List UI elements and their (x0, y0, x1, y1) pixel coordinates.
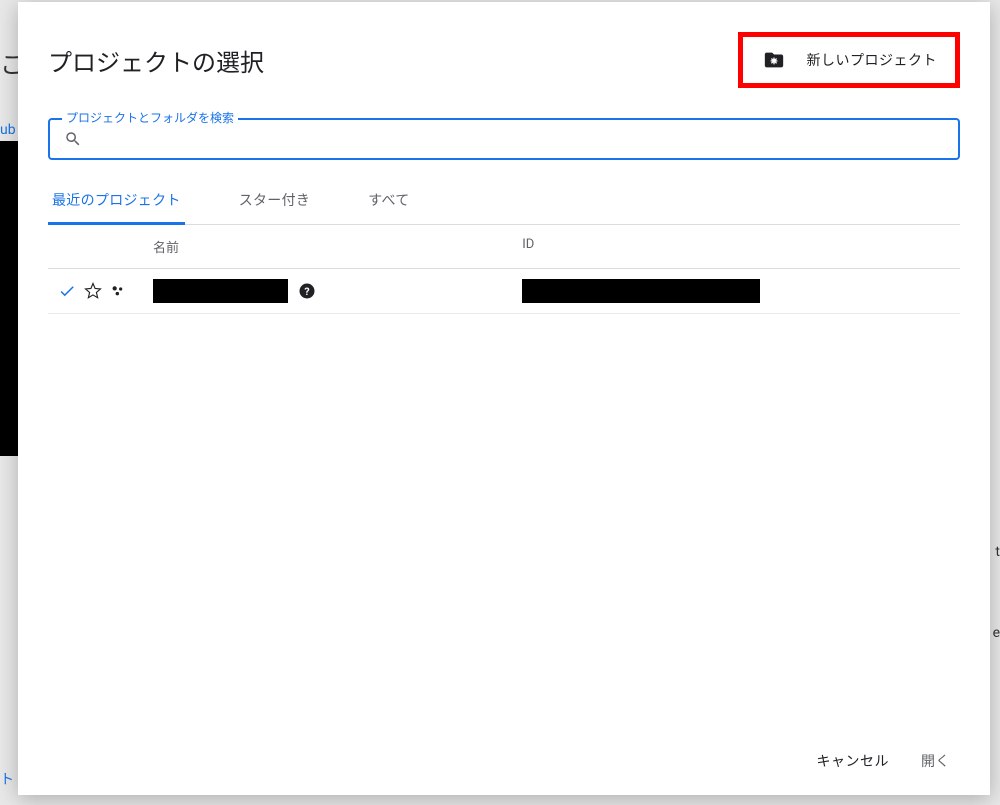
folder-gear-icon (761, 49, 787, 71)
column-header-id: ID (522, 237, 960, 256)
backdrop-text: ト (0, 769, 14, 789)
tab-all[interactable]: すべて (364, 180, 413, 224)
check-icon (58, 282, 76, 300)
open-button[interactable]: 開く (921, 751, 950, 771)
table-row[interactable]: ? (48, 269, 960, 314)
tab-starred[interactable]: スター付き (235, 180, 315, 224)
backdrop-redaction (0, 141, 18, 456)
backdrop-text: t (995, 544, 1000, 560)
help-icon[interactable]: ? (298, 282, 316, 300)
backdrop-text: e (993, 625, 1000, 641)
column-header-name: 名前 (48, 237, 522, 256)
new-project-label: 新しいプロジェクト (807, 50, 938, 70)
tab-recent[interactable]: 最近のプロジェクト (48, 180, 185, 225)
project-id-redacted (522, 279, 760, 303)
search-label: プロジェクトとフォルダを検索 (62, 109, 238, 126)
star-icon[interactable] (84, 282, 102, 300)
search-icon (64, 130, 82, 148)
svg-text:?: ? (304, 285, 309, 298)
backdrop-text: ub (0, 122, 16, 138)
project-type-icon (110, 283, 126, 299)
project-selector-modal: プロジェクトの選択 新しいプロジェクト プロジェクトとフォルダを検索 (18, 2, 990, 795)
search-input[interactable] (92, 131, 944, 147)
project-name-redacted (153, 279, 288, 303)
modal-title: プロジェクトの選択 (48, 43, 264, 78)
new-project-button[interactable]: 新しいプロジェクト (738, 32, 961, 88)
cancel-button[interactable]: キャンセル (817, 751, 890, 771)
